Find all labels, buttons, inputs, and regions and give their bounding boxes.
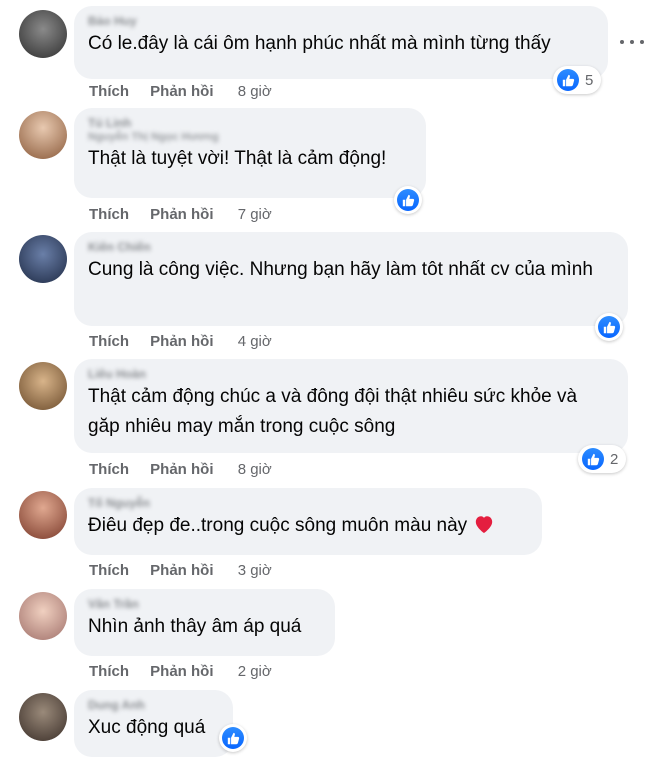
comment-actions: Thích Phản hồi 7 giờ: [89, 206, 272, 223]
thumbs-up-icon: [222, 727, 244, 749]
comment-timestamp[interactable]: 7 giờ: [238, 206, 272, 223]
reaction-badge[interactable]: [394, 186, 422, 214]
comment-actions: Thích Phản hồi 8 giờ: [89, 461, 272, 478]
more-options-icon[interactable]: [620, 30, 644, 54]
avatar[interactable]: [19, 491, 67, 539]
avatar[interactable]: [19, 362, 67, 410]
comment-text: Xuc động quá: [88, 717, 206, 738]
like-link[interactable]: Thích: [89, 562, 129, 579]
like-link[interactable]: Thích: [89, 206, 129, 223]
heart-emoji-icon: [476, 516, 493, 534]
comment-actions: Thích Phản hồi 8 giờ: [89, 83, 272, 100]
comment-actions: Thích Phản hồi 4 giờ: [89, 333, 272, 350]
like-link[interactable]: Thích: [89, 461, 129, 478]
comment-text: Thật là tuyệt vời! Thật là cảm động!: [88, 148, 387, 169]
thumbs-up-icon: [557, 69, 579, 91]
reply-link[interactable]: Phản hồi: [150, 461, 213, 478]
reply-link[interactable]: Phản hồi: [150, 333, 213, 350]
like-link[interactable]: Thích: [89, 83, 129, 100]
comment-author[interactable]: Vân Trần: [88, 597, 321, 611]
comment-author[interactable]: Kiên Chiến: [88, 240, 614, 254]
comment-timestamp[interactable]: 4 giờ: [238, 333, 272, 350]
reaction-count: 2: [610, 450, 619, 468]
comment-author[interactable]: Liêu Hoàn: [88, 367, 614, 381]
comment-actions: Thích Phản hồi 3 giờ: [89, 562, 272, 579]
comment-text: Cung là công việc. Nhưng bạn hãy làm tôt…: [88, 259, 593, 280]
comment-bubble: Tú Linh Nguyễn Thị Ngọc Hương Thật là tu…: [74, 108, 426, 198]
comment-text: Thật cảm động chúc a và đông đội thật nh…: [88, 386, 578, 437]
comment-bubble: Liêu Hoàn Thật cảm động chúc a và đông đ…: [74, 359, 628, 453]
comment-author[interactable]: Tố Nguyễn: [88, 496, 528, 510]
comment-actions: Thích Phản hồi 2 giờ: [89, 663, 272, 680]
thumbs-up-icon: [582, 448, 604, 470]
comment-text: Có le.đây là cái ôm hạnh phúc nhất mà mì…: [88, 33, 551, 54]
like-link[interactable]: Thích: [89, 333, 129, 350]
comment-timestamp[interactable]: 8 giờ: [238, 83, 272, 100]
comment-text: Điêu đẹp đe..trong cuộc sông muôn màu nà…: [88, 511, 528, 541]
comment-timestamp[interactable]: 2 giờ: [238, 663, 272, 680]
thumbs-up-icon: [397, 189, 419, 211]
thumbs-up-icon: [598, 316, 620, 338]
reaction-badge[interactable]: 5: [553, 66, 602, 94]
comment-author[interactable]: Dung Anh: [88, 698, 219, 712]
comment-author[interactable]: Tú Linh: [88, 116, 412, 130]
comment-bubble: Tố Nguyễn Điêu đẹp đe..trong cuộc sông m…: [74, 488, 542, 555]
comment-timestamp[interactable]: 3 giờ: [238, 562, 272, 579]
reaction-badge[interactable]: 2: [578, 445, 627, 473]
reply-link[interactable]: Phản hồi: [150, 206, 213, 223]
comment-text-content: Điêu đẹp đe..trong cuộc sông muôn màu nà…: [88, 515, 468, 536]
comment-timestamp[interactable]: 8 giờ: [238, 461, 272, 478]
reaction-count: 5: [585, 71, 594, 89]
comment-text: Nhìn ảnh thây âm áp quá: [88, 616, 302, 637]
reaction-badge[interactable]: [595, 313, 623, 341]
avatar[interactable]: [19, 10, 67, 58]
comment-author[interactable]: Bảo Huy: [88, 14, 594, 28]
comment-bubble: Bảo Huy Có le.đây là cái ôm hạnh phúc nh…: [74, 6, 608, 79]
comment-bubble: Kiên Chiến Cung là công việc. Nhưng bạn …: [74, 232, 628, 326]
avatar[interactable]: [19, 235, 67, 283]
comment-author-subtitle: Nguyễn Thị Ngọc Hương: [88, 131, 219, 143]
reply-link[interactable]: Phản hồi: [150, 83, 213, 100]
avatar[interactable]: [19, 111, 67, 159]
reaction-badge[interactable]: [219, 724, 247, 752]
avatar[interactable]: [19, 693, 67, 741]
comment-bubble: Vân Trần Nhìn ảnh thây âm áp quá: [74, 589, 335, 656]
reply-link[interactable]: Phản hồi: [150, 562, 213, 579]
avatar[interactable]: [19, 592, 67, 640]
like-link[interactable]: Thích: [89, 663, 129, 680]
reply-link[interactable]: Phản hồi: [150, 663, 213, 680]
comment-bubble: Dung Anh Xuc động quá: [74, 690, 233, 757]
